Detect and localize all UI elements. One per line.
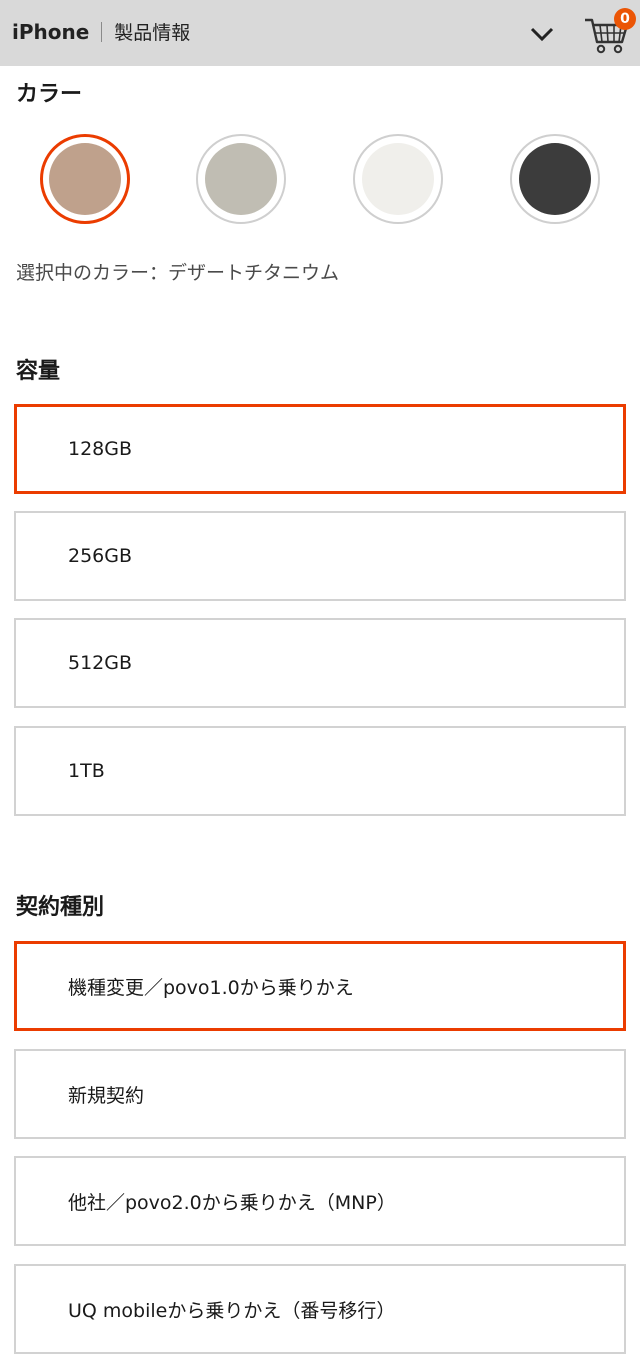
option-label: 機種変更／povo1.0から乗りかえ <box>68 976 354 999</box>
contract-option-new[interactable]: 新規契約 <box>14 1049 626 1139</box>
capacity-section-title: 容量 <box>16 359 61 384</box>
option-label: 128GB <box>68 438 133 460</box>
capacity-option-256gb[interactable]: 256GB <box>14 511 626 601</box>
option-label: 256GB <box>68 545 133 567</box>
contract-section-title: 契約種別 <box>16 895 105 920</box>
chevron-down-icon[interactable] <box>528 20 556 48</box>
capacity-option-128gb[interactable]: 128GB <box>14 404 626 494</box>
color-swatch-desert-titanium[interactable] <box>40 134 130 224</box>
option-label: 他社／povo2.0から乗りかえ（MNP） <box>68 1191 396 1214</box>
header-divider <box>101 21 103 42</box>
swatch-fill <box>519 143 591 215</box>
color-swatch-4[interactable] <box>510 134 600 224</box>
contract-option-uq-mobile[interactable]: UQ mobileから乗りかえ（番号移行） <box>14 1264 626 1354</box>
contract-option-mnp[interactable]: 他社／povo2.0から乗りかえ（MNP） <box>14 1156 626 1246</box>
color-swatch-2[interactable] <box>196 134 286 224</box>
option-label: 新規契約 <box>68 1084 145 1107</box>
header-subtitle: 製品情報 <box>114 22 191 44</box>
color-section-title: カラー <box>16 82 83 107</box>
header-brand[interactable]: iPhone <box>12 20 89 44</box>
option-label: 1TB <box>68 760 105 782</box>
capacity-option-1tb[interactable]: 1TB <box>14 726 626 816</box>
capacity-option-512gb[interactable]: 512GB <box>14 618 626 708</box>
swatch-fill <box>362 143 434 215</box>
swatch-fill <box>49 143 121 215</box>
cart-count-badge: 0 <box>614 8 636 30</box>
top-header: iPhone 製品情報 0 <box>0 0 640 66</box>
swatch-fill <box>205 143 277 215</box>
color-swatch-3[interactable] <box>353 134 443 224</box>
header-title: iPhone 製品情報 <box>12 18 190 45</box>
option-label: UQ mobileから乗りかえ（番号移行） <box>68 1299 396 1322</box>
option-label: 512GB <box>68 652 133 674</box>
selected-color-label: 選択中のカラー：デザートチタニウム <box>16 262 340 284</box>
contract-option-model-change[interactable]: 機種変更／povo1.0から乗りかえ <box>14 941 626 1031</box>
